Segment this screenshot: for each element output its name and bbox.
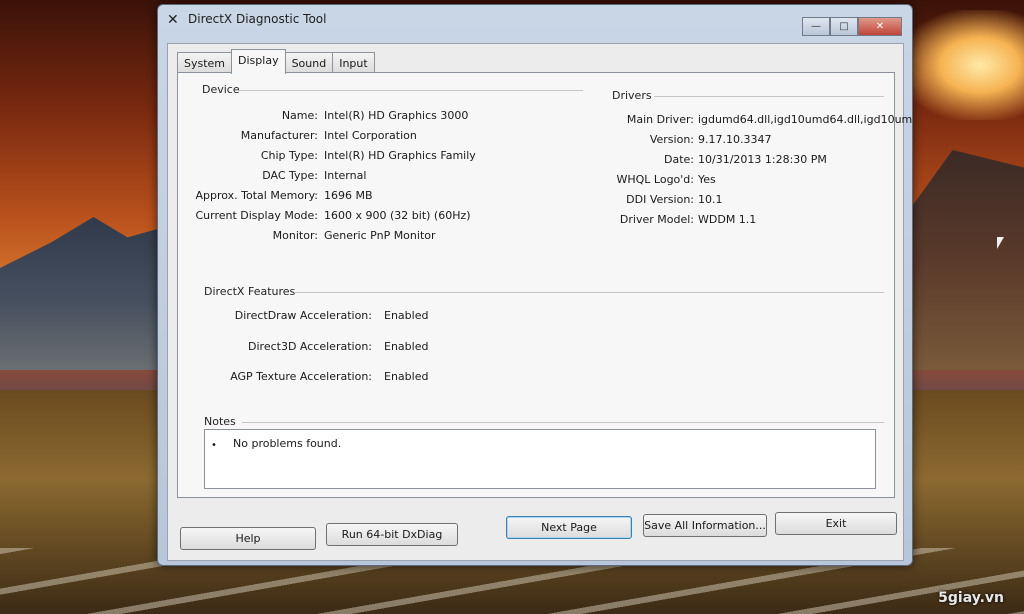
notes-separator (242, 422, 884, 423)
device-heading: Device (202, 83, 240, 96)
save-all-information-button[interactable]: Save All Information... (643, 514, 767, 537)
window-client-area: System Display Sound Input Device Name: … (167, 43, 912, 561)
maximize-button[interactable]: □ (830, 17, 858, 36)
feature-agp-row: AGP Texture Acceleration: Enabled (178, 370, 508, 384)
driver-whql-value: Yes (698, 173, 716, 186)
feature-agp-value: Enabled (384, 370, 429, 383)
directx-features-heading: DirectX Features (204, 285, 296, 298)
dxdiag-window: ✕ DirectX Diagnostic Tool — □ ✕ System D… (157, 4, 913, 566)
driver-date-row: Date: 10/31/2013 1:28:30 PM (178, 153, 894, 167)
dxdiag-app-icon: ✕ (167, 12, 179, 28)
device-monitor-value: Generic PnP Monitor (324, 229, 436, 242)
tab-display[interactable]: Display (231, 49, 286, 74)
note-item: No problems found. (233, 437, 342, 450)
driver-ddi-row: DDI Version: 10.1 (178, 193, 894, 207)
feature-directdraw-label: DirectDraw Acceleration: (234, 309, 372, 322)
wallpaper-sun (900, 10, 1024, 120)
driver-model-row: Driver Model: WDDM 1.1 (178, 213, 894, 227)
driver-main-row: Main Driver: igdumd64.dll,igd10umd64.dll… (178, 113, 912, 127)
driver-version-row: Version: 9.17.10.3347 (178, 133, 894, 147)
caption-buttons: — □ ✕ (802, 17, 902, 36)
driver-main-value: igdumd64.dll,igd10umd64.dll,igd10um (698, 113, 913, 126)
features-separator (294, 292, 884, 293)
driver-whql-label: WHQL Logo'd: (616, 173, 694, 186)
feature-direct3d-row: Direct3D Acceleration: Enabled (178, 340, 508, 354)
window-title: DirectX Diagnostic Tool (188, 12, 327, 26)
feature-directdraw-value: Enabled (384, 309, 429, 322)
driver-version-label: Version: (649, 133, 694, 146)
device-separator (238, 90, 583, 91)
driver-ddi-label: DDI Version: (626, 193, 694, 206)
tab-input[interactable]: Input (332, 52, 375, 73)
feature-directdraw-row: DirectDraw Acceleration: Enabled (178, 309, 508, 323)
watermark: 5giay.vn (938, 590, 1004, 606)
drivers-heading: Drivers (612, 89, 652, 102)
driver-model-value: WDDM 1.1 (698, 213, 757, 226)
driver-version-value: 9.17.10.3347 (698, 133, 772, 146)
notes-heading: Notes (204, 415, 236, 428)
feature-agp-label: AGP Texture Acceleration: (230, 370, 372, 383)
driver-main-label: Main Driver: (626, 113, 694, 126)
driver-model-label: Driver Model: (619, 213, 694, 226)
wallpaper-mountains (0, 217, 170, 370)
wallpaper-mountains-right (905, 150, 1024, 370)
notes-box[interactable]: • No problems found. (204, 429, 876, 489)
minimize-button[interactable]: — (802, 17, 830, 36)
run-64bit-dxdiag-button[interactable]: Run 64-bit DxDiag (326, 523, 458, 546)
mouse-cursor-icon (997, 237, 1004, 249)
device-monitor-label: Monitor: (272, 229, 318, 242)
feature-direct3d-label: Direct3D Acceleration: (248, 340, 372, 353)
driver-date-value: 10/31/2013 1:28:30 PM (698, 153, 827, 166)
exit-button[interactable]: Exit (775, 512, 897, 535)
driver-ddi-value: 10.1 (698, 193, 723, 206)
tab-system[interactable]: System (177, 52, 233, 73)
feature-direct3d-value: Enabled (384, 340, 429, 353)
note-bullet: • (211, 440, 217, 451)
title-bar[interactable]: ✕ DirectX Diagnostic Tool — □ ✕ (158, 5, 912, 36)
display-tab-panel: Device Name: Intel(R) HD Graphics 3000 M… (177, 72, 912, 498)
tab-strip: System Display Sound Input (177, 48, 375, 74)
tab-sound[interactable]: Sound (284, 52, 334, 73)
driver-date-label: Date: (664, 153, 694, 166)
next-page-button[interactable]: Next Page (506, 516, 632, 539)
device-monitor-row: Monitor: Generic PnP Monitor (178, 229, 498, 243)
help-button[interactable]: Help (180, 527, 316, 550)
close-button[interactable]: ✕ (858, 17, 902, 36)
drivers-separator (654, 96, 884, 97)
driver-whql-row: WHQL Logo'd: Yes (178, 173, 894, 187)
